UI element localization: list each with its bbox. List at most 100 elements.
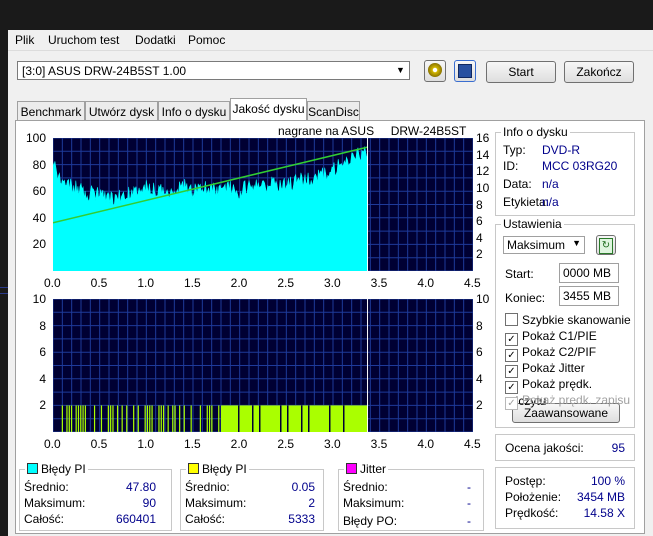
jitter-max-value: -	[467, 496, 471, 510]
start-label: Start:	[505, 267, 534, 281]
start-field[interactable]: 0000 MB	[559, 263, 619, 283]
pif-chart-y-left-tick: 8	[39, 318, 46, 333]
checkbox-0[interactable]: Szybkie skanowanie	[505, 313, 631, 327]
pi-avg-label: Średnio:	[24, 480, 69, 494]
pif-chart-x-tick: 0.5	[90, 437, 108, 451]
pif-errors-bar	[151, 405, 153, 432]
menu-help[interactable]: Pomoc	[188, 33, 225, 47]
pif-errors-title-text: Błędy PI	[202, 462, 247, 476]
pif-chart-y-left-tick: 2	[39, 398, 46, 413]
end-field[interactable]: 3455 MB	[559, 286, 619, 306]
pif-errors-bar	[208, 405, 211, 432]
pif-errors-bar-block	[221, 405, 368, 432]
pif-chart-y-left-tick: 6	[39, 345, 46, 360]
save-button[interactable]	[454, 60, 476, 82]
drive-select[interactable]: [3:0] ASUS DRW-24B5ST 1.00 ▼	[17, 61, 410, 80]
pif-chart-y-right-tick: 2	[476, 398, 483, 413]
speed-value: 14.58 X	[583, 506, 625, 520]
jitter-title-text: Jitter	[360, 462, 387, 476]
pif-errors-bar	[199, 405, 201, 432]
refresh-icon: ↻	[599, 238, 613, 254]
progress-group: Postęp: 100 % Położenie: 3454 MB Prędkoś…	[495, 467, 635, 529]
pif-errors-bar	[70, 405, 73, 432]
pif-errors-bar	[137, 405, 139, 432]
jitter-max-label: Maksimum:	[343, 496, 405, 510]
pif-chart-x-tick: 3.5	[370, 437, 388, 451]
pif-errors-bar	[158, 405, 160, 432]
menu-file[interactable]: Plik	[15, 33, 34, 47]
pif-errors-bar	[82, 405, 84, 432]
settings-group: Ustawienia Maksimum ▼ ↻ Start: 0000 MB K…	[495, 217, 635, 428]
disc-info-title: Info o dysku	[501, 125, 570, 139]
pif-chart-y-right-tick: 10	[476, 292, 490, 306]
pif-errors-bar	[116, 405, 119, 432]
app-window: Plik Uruchom test Dodatki Pomoc [3:0] AS…	[8, 30, 653, 536]
checkbox-1[interactable]: ✓ Pokaż C1/PIE	[505, 329, 597, 346]
pi-chart	[53, 138, 473, 271]
date-label: Data:	[503, 177, 532, 191]
floppy-disk-icon	[458, 64, 472, 78]
pif-chart-y-right-tick: 8	[476, 318, 483, 333]
speed-select[interactable]: Maksimum ▼	[503, 236, 585, 254]
jitter-title: Jitter	[344, 462, 389, 476]
checkbox-2[interactable]: ✓ Pokaż C2/PIF	[505, 345, 596, 362]
pif-errors-bar	[84, 405, 86, 432]
date-value: n/a	[542, 177, 559, 191]
pif-chart-x-tick: 4.0	[417, 437, 435, 451]
pif-errors-bar	[80, 405, 82, 432]
exit-button[interactable]: Zakończ	[564, 61, 634, 83]
end-label: Koniec:	[505, 291, 546, 305]
pif-total-label: Całość:	[185, 512, 226, 526]
pi-chart-x-tick: 1.0	[137, 276, 155, 290]
pif-errors-bar	[93, 405, 96, 432]
tab-scandisc[interactable]: ScanDisc	[307, 101, 360, 120]
pi-chart-x-tick: 1.5	[184, 276, 201, 290]
tab-benchmark[interactable]: Benchmark	[17, 101, 85, 120]
quality-score-group: Ocena jakości: 95	[495, 434, 635, 461]
pif-gap	[308, 405, 310, 432]
pif-errors-bar	[144, 405, 146, 432]
jitter-avg-value: -	[467, 480, 471, 494]
pif-errors-bar	[121, 405, 123, 432]
pif-errors-bar	[211, 405, 213, 432]
jitter-group: Jitter Średnio: - Maksimum: - Błędy PO: …	[338, 462, 484, 531]
pif-errors-title: Błędy PI	[186, 462, 249, 476]
tab-disc-info[interactable]: Info o dysku	[158, 101, 230, 120]
po-errors-label: Błędy PO:	[343, 514, 398, 528]
pi-total-value: 660401	[115, 512, 156, 526]
checkbox-label: Pokaż C1/PIE	[522, 329, 597, 343]
start-button[interactable]: Start	[486, 61, 556, 83]
checkbox-5: ✓ Pokaż prędk. zapisu	[505, 393, 630, 410]
pi-chart-x-tick: 2.5	[277, 276, 295, 290]
pif-errors-bar	[172, 405, 174, 432]
pif-total-value: 5333	[288, 512, 315, 526]
menu-extras[interactable]: Dodatki	[135, 33, 176, 47]
pif-errors-bar	[206, 405, 208, 432]
menu-bar: Plik Uruchom test Dodatki Pomoc	[8, 30, 653, 51]
pif-chart-x-tick: 2.5	[277, 437, 295, 451]
id-value: MCC 03RG20	[542, 159, 618, 173]
quality-value: 95	[611, 441, 625, 455]
speed-select-value: Maksimum	[507, 238, 566, 252]
pif-errors-bar	[61, 405, 63, 432]
checkbox-3[interactable]: ✓ Pokaż Jitter	[505, 361, 585, 378]
pif-chart-x-tick: 4.5	[464, 437, 481, 451]
checkbox-label: Szybkie skanowanie	[522, 313, 631, 327]
tab-create-disc[interactable]: Utwórz dysk	[85, 101, 158, 120]
refresh-speed-button[interactable]: ↻	[596, 235, 616, 255]
pif-errors-bar	[167, 405, 169, 432]
jitter-swatch	[346, 463, 357, 474]
pif-chart-y-left-tick: 4	[39, 371, 46, 386]
tab-disc-quality[interactable]: Jakość dysku	[230, 98, 307, 120]
pi-chart-x-tick: 3.5	[370, 276, 388, 290]
pif-chart-x-tick: 0.0	[44, 437, 61, 451]
disc-eject-icon	[428, 63, 442, 77]
pif-chart-y-right-tick: 4	[476, 371, 483, 386]
menu-run-test[interactable]: Uruchom test	[48, 33, 119, 47]
pif-errors-bar	[162, 405, 165, 432]
pi-chart-x-tick: 4.5	[464, 276, 481, 290]
pif-chart	[53, 299, 473, 432]
eject-button[interactable]	[424, 60, 446, 82]
pif-errors-bar	[66, 405, 68, 432]
pif-chart-x-tick: 1.0	[137, 437, 155, 451]
